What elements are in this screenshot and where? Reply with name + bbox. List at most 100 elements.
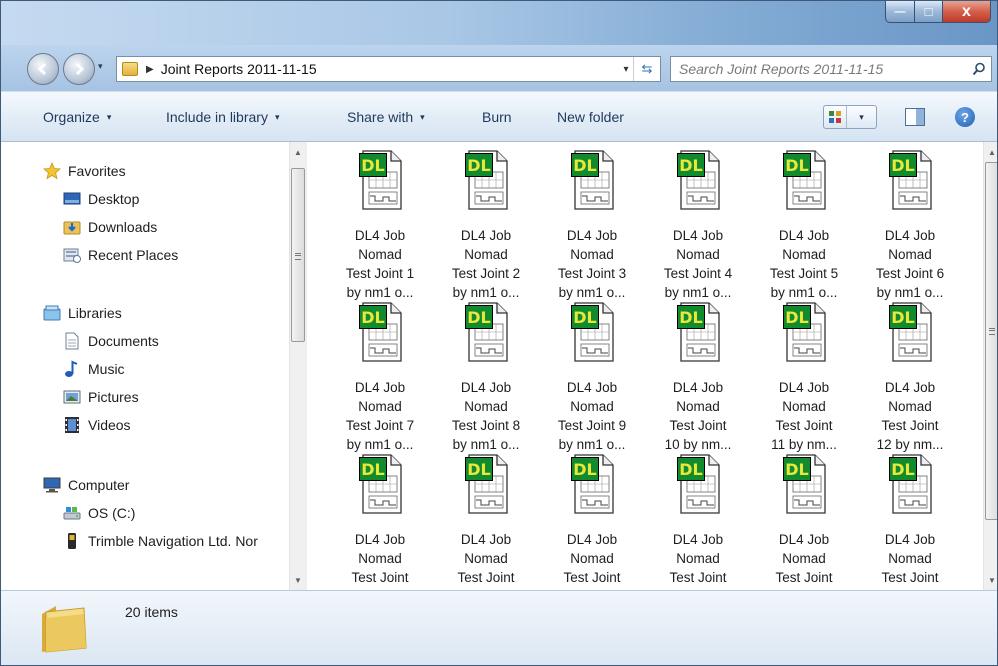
close-button[interactable]: x	[943, 1, 991, 23]
file-item[interactable]: DL DL4 Job Nomad Test Joint	[757, 446, 851, 590]
navigation-pane-scroll-thumb[interactable]	[291, 168, 305, 342]
file-name: DL4 Job Nomad Test Joint 1 by nm1 o...	[333, 226, 427, 302]
nav-item-videos[interactable]: Videos	[63, 411, 131, 439]
view-options-dropdown[interactable]: ▾	[846, 106, 876, 128]
nav-item-downloads[interactable]: Downloads	[63, 213, 157, 241]
help-icon[interactable]: ?	[955, 107, 975, 127]
file-name-line-2: Nomad	[782, 247, 826, 262]
file-name: DL4 Job Nomad Test Joint	[863, 530, 957, 587]
nav-item-desktop[interactable]: Desktop	[63, 185, 139, 213]
share-with-button[interactable]: Share with ▾	[347, 92, 425, 142]
nav-computer[interactable]: Computer	[43, 471, 129, 499]
dl-badge-icon: DL	[783, 305, 811, 329]
burn-button[interactable]: Burn	[482, 92, 512, 142]
item-count: 20 items	[125, 604, 178, 620]
change-view-button[interactable]: ▾	[823, 105, 877, 129]
file-item[interactable]: DL DL4 Job Nomad Test Joint 2 by nm1 o..…	[439, 142, 533, 300]
nav-item-pictures[interactable]: Pictures	[63, 383, 139, 411]
forward-button[interactable]	[63, 53, 95, 85]
file-name: DL4 Job Nomad Test Joint 11 by nm...	[757, 378, 851, 454]
file-item[interactable]: DL DL4 Job Nomad Test Joint 4 by nm1 o..…	[651, 142, 745, 300]
include-in-library-button[interactable]: Include in library ▾	[166, 92, 279, 142]
nav-favorites[interactable]: Favorites	[43, 157, 126, 185]
nav-item-documents[interactable]: Documents	[63, 327, 159, 355]
nav-item-pictures-label: Pictures	[88, 389, 139, 405]
file-item[interactable]: DL DL4 Job Nomad Test Joint	[439, 446, 533, 590]
refresh-icon: ⇆	[641, 61, 653, 76]
nav-item-os-drive[interactable]: OS (C:)	[63, 499, 135, 527]
file-name-line-1: DL4 Job	[778, 380, 830, 395]
file-name-line-1: DL4 Job	[354, 532, 406, 547]
file-list[interactable]: DL DL4 Job Nomad Test Joint 1 by nm1 o..…	[315, 142, 983, 590]
recent-pages-dropdown[interactable]: ▾	[98, 61, 103, 72]
organize-button[interactable]: Organize ▾	[43, 92, 111, 142]
file-name-line-1: DL4 Job	[460, 532, 512, 547]
file-item[interactable]: DL DL4 Job Nomad Test Joint 7 by nm1 o..…	[333, 294, 427, 452]
file-item[interactable]: DL DL4 Job Nomad Test Joint 6 by nm1 o..…	[863, 142, 957, 300]
scroll-down-icon[interactable]: ▼	[984, 572, 997, 588]
file-name-line-3: Test Joint 8	[451, 418, 521, 433]
file-item[interactable]: DL DL4 Job Nomad Test Joint 8 by nm1 o..…	[439, 294, 533, 452]
breadcrumb-separator-icon[interactable]: ▶	[146, 64, 154, 75]
breadcrumb-current-folder[interactable]: Joint Reports 2011-11-15	[161, 61, 619, 77]
file-item[interactable]: DL DL4 Job Nomad Test Joint 11 by nm...	[757, 294, 851, 452]
file-item[interactable]: DL DL4 Job Nomad Test Joint 1 by nm1 o..…	[333, 142, 427, 300]
file-name-line-2: Nomad	[464, 399, 508, 414]
file-list-scroll-thumb[interactable]	[985, 162, 997, 520]
file-item[interactable]: DL DL4 Job Nomad Test Joint	[333, 446, 427, 590]
dl-badge-icon: DL	[571, 457, 599, 481]
pane-splitter[interactable]	[306, 142, 315, 590]
dl-badge-icon: DL	[783, 457, 811, 481]
nav-item-trimble-device-label: Trimble Navigation Ltd. Nor	[88, 533, 258, 549]
file-item[interactable]: DL DL4 Job Nomad Test Joint 3 by nm1 o..…	[545, 142, 639, 300]
nav-item-recent-places[interactable]: Recent Places	[63, 241, 178, 269]
file-name-line-1: DL4 Job	[354, 228, 406, 243]
view-grid-icon[interactable]	[824, 106, 846, 128]
file-item[interactable]: DL DL4 Job Nomad Test Joint 5 by nm1 o..…	[757, 142, 851, 300]
scroll-up-icon[interactable]: ▲	[290, 144, 306, 160]
details-pane: 20 items	[1, 590, 997, 665]
dl-badge-icon: DL	[359, 153, 387, 177]
title-bar[interactable]: — □ x	[1, 1, 997, 45]
search-input[interactable]	[671, 60, 967, 78]
file-list-scrollbar[interactable]: ▲ ▼	[983, 142, 997, 590]
file-item[interactable]: DL DL4 Job Nomad Test Joint	[863, 446, 957, 590]
nav-item-music[interactable]: Music	[63, 355, 125, 383]
nav-libraries[interactable]: Libraries	[43, 299, 122, 327]
file-item[interactable]: DL DL4 Job Nomad Test Joint 12 by nm...	[863, 294, 957, 452]
nav-favorites-label: Favorites	[68, 163, 126, 179]
file-name-line-3: Test Joint 6	[875, 266, 945, 281]
file-name-line-2: Nomad	[676, 399, 720, 414]
file-name: DL4 Job Nomad Test Joint 8 by nm1 o...	[439, 378, 533, 454]
file-name: DL4 Job Nomad Test Joint 3 by nm1 o...	[545, 226, 639, 302]
file-name-line-1: DL4 Job	[566, 228, 618, 243]
address-bar[interactable]: ▶ Joint Reports 2011-11-15 ▾ ⇆	[116, 56, 661, 82]
minimize-button[interactable]: —	[885, 1, 915, 23]
search-button[interactable]	[967, 62, 991, 76]
refresh-button[interactable]: ⇆	[633, 57, 660, 81]
chevron-down-icon: ▾	[98, 61, 103, 71]
navigation-pane-scrollbar[interactable]: ▲ ▼	[289, 142, 306, 590]
file-name-line-1: DL4 Job	[566, 380, 618, 395]
address-history-dropdown[interactable]: ▾	[619, 64, 633, 75]
file-item[interactable]: DL DL4 Job Nomad Test Joint	[545, 446, 639, 590]
scroll-down-icon[interactable]: ▼	[290, 572, 306, 588]
maximize-button[interactable]: □	[915, 1, 943, 23]
file-name: DL4 Job Nomad Test Joint 10 by nm...	[651, 378, 745, 454]
back-button[interactable]	[27, 53, 59, 85]
file-name: DL4 Job Nomad Test Joint	[757, 530, 851, 587]
file-name-line-2: Nomad	[570, 399, 614, 414]
file-name-line-3: Test Joint	[563, 570, 621, 585]
file-item[interactable]: DL DL4 Job Nomad Test Joint 10 by nm...	[651, 294, 745, 452]
desktop-icon	[63, 190, 81, 208]
file-name: DL4 Job Nomad Test Joint 7 by nm1 o...	[333, 378, 427, 454]
scroll-up-icon[interactable]: ▲	[984, 144, 997, 160]
file-item[interactable]: DL DL4 Job Nomad Test Joint	[651, 446, 745, 590]
file-name-line-2: Nomad	[676, 247, 720, 262]
nav-item-trimble-device[interactable]: Trimble Navigation Ltd. Nor	[63, 527, 258, 555]
file-name-line-3: Test Joint 4	[663, 266, 733, 281]
search-box[interactable]	[670, 56, 992, 82]
new-folder-button[interactable]: New folder	[557, 92, 624, 142]
preview-pane-icon[interactable]	[905, 108, 925, 126]
file-item[interactable]: DL DL4 Job Nomad Test Joint 9 by nm1 o..…	[545, 294, 639, 452]
